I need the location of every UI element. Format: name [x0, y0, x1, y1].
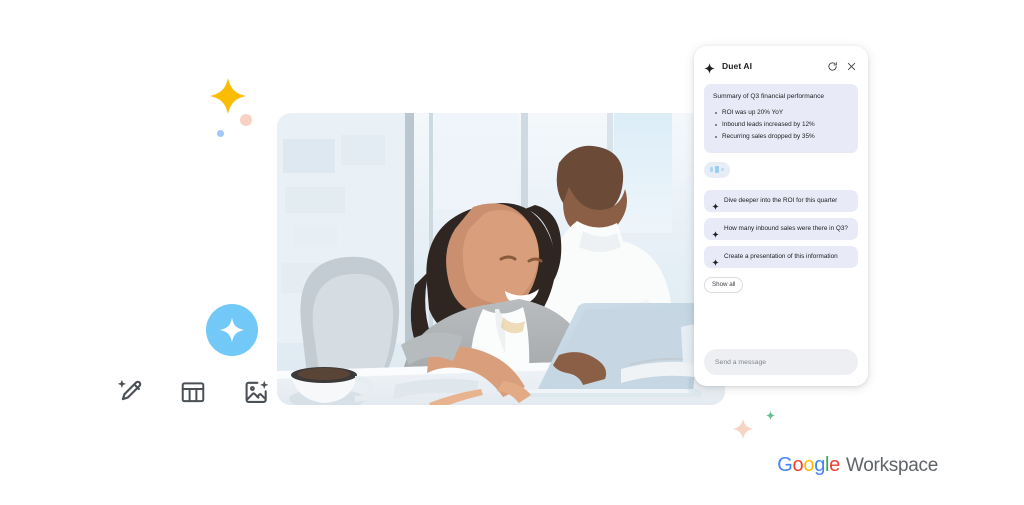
sparkle-icon	[712, 253, 719, 266]
peach-sparkle-icon	[731, 417, 755, 441]
summary-bullet-list: ROI was up 20% YoY Inbound leads increas…	[713, 108, 850, 142]
yellow-sparkle-icon	[208, 76, 248, 116]
feature-icon-row	[113, 375, 273, 409]
logo-letter-o1: o	[792, 454, 804, 476]
table-icon[interactable]	[176, 375, 210, 409]
workspace-wordmark: Workspace	[846, 455, 938, 476]
list-item: Inbound leads increased by 12%	[713, 120, 850, 130]
duet-conversation: Summary of Q3 financial performance ROI …	[694, 80, 868, 340]
blue-dot	[217, 130, 224, 137]
suggestion-chip-create-presentation[interactable]: Create a presentation of this informatio…	[704, 246, 858, 269]
summary-message-bubble: Summary of Q3 financial performance ROI …	[704, 84, 858, 153]
duet-sparkle-badge	[206, 304, 258, 356]
sparkle-icon	[219, 317, 245, 343]
google-workspace-logo: Google Workspace	[777, 454, 938, 477]
panel-title: Duet AI	[722, 60, 753, 71]
suggestion-chip-list: Dive deeper into the ROI for this quarte…	[704, 189, 858, 269]
close-icon[interactable]	[844, 59, 859, 74]
duet-composer	[694, 340, 868, 386]
logo-letter-e: e	[829, 454, 840, 476]
sparkle-icon	[704, 61, 715, 74]
image-sparkle-icon[interactable]	[239, 375, 273, 409]
magic-pencil-icon[interactable]	[113, 375, 147, 409]
peach-dot	[240, 114, 252, 126]
typing-indicator	[704, 161, 730, 178]
google-wordmark: Google	[777, 454, 840, 477]
office-photo	[277, 113, 725, 405]
show-all-button[interactable]: Show all	[704, 277, 744, 293]
summary-title: Summary of Q3 financial performance	[713, 93, 825, 100]
message-input[interactable]	[704, 349, 858, 375]
page-canvas: Duet AI Summary of Q3 financial performa…	[0, 0, 1024, 505]
sparkle-icon	[712, 225, 719, 238]
typing-dot	[715, 166, 719, 174]
suggestion-chip-label: How many inbound sales were there in Q3?	[724, 224, 848, 232]
suggestion-chip-roi[interactable]: Dive deeper into the ROI for this quarte…	[704, 189, 858, 212]
typing-dot	[720, 168, 725, 172]
list-item: ROI was up 20% YoY	[713, 108, 850, 118]
suggestion-chip-inbound-sales[interactable]: How many inbound sales were there in Q3?	[704, 217, 858, 241]
green-diamond-icon	[765, 408, 776, 426]
logo-letter-g2: g	[814, 454, 826, 476]
typing-dot	[709, 167, 714, 173]
suggestion-chip-label: Create a presentation of this informatio…	[724, 253, 838, 261]
list-item: Recurring sales dropped by 35%	[713, 132, 850, 142]
duet-ai-panel: Duet AI Summary of Q3 financial performa…	[694, 46, 868, 386]
refresh-icon[interactable]	[825, 59, 840, 74]
logo-letter-o2: o	[803, 454, 815, 476]
duet-panel-header: Duet AI	[694, 52, 868, 80]
sparkle-icon	[712, 197, 719, 210]
suggestion-chip-label: Dive deeper into the ROI for this quarte…	[724, 196, 838, 204]
logo-letter-g1: G	[777, 454, 793, 476]
